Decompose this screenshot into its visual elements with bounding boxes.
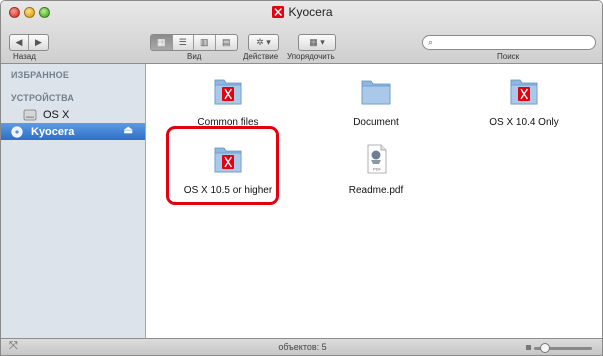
back-label: Назад bbox=[13, 52, 36, 61]
list-view-icon: ☰ bbox=[178, 37, 187, 47]
view-mode-group: ▦ ☰ ▥ ▤ bbox=[150, 34, 238, 51]
back-button[interactable]: ◀ bbox=[10, 35, 30, 50]
sidebar-item-label: OS X bbox=[43, 108, 70, 121]
search-field[interactable]: ⌕ bbox=[422, 35, 596, 50]
folder-icon bbox=[361, 80, 391, 105]
window-title-bar: Kyocera bbox=[1, 5, 602, 19]
file-name: OS X 10.4 Only bbox=[489, 117, 559, 128]
forward-arrow-icon: ▶ bbox=[35, 37, 42, 47]
arrange-group: ▦ ▾ bbox=[298, 34, 336, 51]
slider-knob[interactable] bbox=[540, 343, 550, 353]
action-label: Действие bbox=[243, 52, 279, 61]
file-name: Readme.pdf bbox=[348, 185, 404, 196]
devices-header: УСТРОЙСТВА bbox=[11, 93, 75, 103]
item-count: объектов: 5 bbox=[278, 342, 327, 352]
disc-icon bbox=[11, 125, 23, 138]
back-forward-group: ◀ ▶ bbox=[9, 34, 49, 51]
arrange-icon: ▦ ▾ bbox=[309, 37, 325, 47]
window-title: Kyocera bbox=[288, 5, 333, 19]
column-view-icon: ▥ bbox=[199, 37, 209, 47]
view-label: Вид bbox=[187, 52, 202, 61]
eject-icon[interactable]: ⏏ bbox=[124, 125, 133, 136]
sidebar-item-os-x[interactable]: OS X bbox=[1, 106, 145, 123]
coverflow-view-button[interactable]: ▤ bbox=[216, 35, 237, 50]
gear-icon: ✲ ▾ bbox=[256, 37, 271, 47]
search-icon: ⌕ bbox=[428, 37, 434, 47]
column-view-button[interactable]: ▥ bbox=[194, 35, 216, 50]
list-view-button[interactable]: ☰ bbox=[173, 35, 194, 50]
kyocera-folder-icon bbox=[510, 79, 538, 105]
status-bar: ⤧ объектов: 5 bbox=[1, 338, 602, 355]
kyocera-logo-icon bbox=[272, 6, 285, 18]
small-icon-indicator bbox=[526, 345, 531, 350]
file-browser: Common files Document OS X 10.4 Only OS … bbox=[146, 64, 602, 338]
toolbar: Kyocera ◀ ▶ Назад ▦ ☰ ▥ ▤ Вид ✲ ▾ Действ… bbox=[1, 1, 602, 64]
finder-window: Kyocera ◀ ▶ Назад ▦ ☰ ▥ ▤ Вид ✲ ▾ Действ… bbox=[0, 0, 603, 356]
file-item-common-files[interactable]: Common files bbox=[168, 74, 288, 128]
svg-text:PDF: PDF bbox=[373, 167, 382, 172]
file-name: Document bbox=[353, 117, 399, 128]
highlight-frame bbox=[166, 126, 279, 205]
back-arrow-icon: ◀ bbox=[15, 37, 23, 47]
favorites-header: ИЗБРАННОЕ bbox=[11, 70, 70, 80]
coverflow-view-icon: ▤ bbox=[221, 37, 231, 47]
file-item-document[interactable]: Document bbox=[316, 74, 436, 128]
sidebar-item-label: Kyocera bbox=[31, 125, 75, 138]
icon-view-icon: ▦ bbox=[156, 37, 166, 47]
search-label: Поиск bbox=[497, 52, 520, 61]
file-item-os-x-10-4-only[interactable]: OS X 10.4 Only bbox=[464, 74, 584, 128]
arrange-label: Упорядочить bbox=[287, 52, 335, 61]
hard-disk-icon bbox=[23, 109, 37, 120]
icon-size-slider[interactable] bbox=[526, 343, 592, 353]
action-group: ✲ ▾ bbox=[248, 34, 279, 51]
sidebar: ИЗБРАННОЕ УСТРОЙСТВА OS X Kyocera ⏏ bbox=[1, 64, 146, 338]
sidebar-item-kyocera[interactable]: Kyocera ⏏ bbox=[1, 123, 145, 140]
action-button[interactable]: ✲ ▾ bbox=[249, 35, 278, 50]
pdf-icon: PDF bbox=[367, 144, 387, 174]
icon-view-button[interactable]: ▦ bbox=[151, 35, 173, 50]
kyocera-folder-icon bbox=[214, 79, 242, 105]
forward-button[interactable]: ▶ bbox=[29, 35, 48, 50]
arrange-button[interactable]: ▦ ▾ bbox=[299, 35, 335, 50]
file-item-readme-pdf[interactable]: PDF Readme.pdf bbox=[316, 142, 436, 196]
search-input[interactable] bbox=[439, 36, 589, 49]
